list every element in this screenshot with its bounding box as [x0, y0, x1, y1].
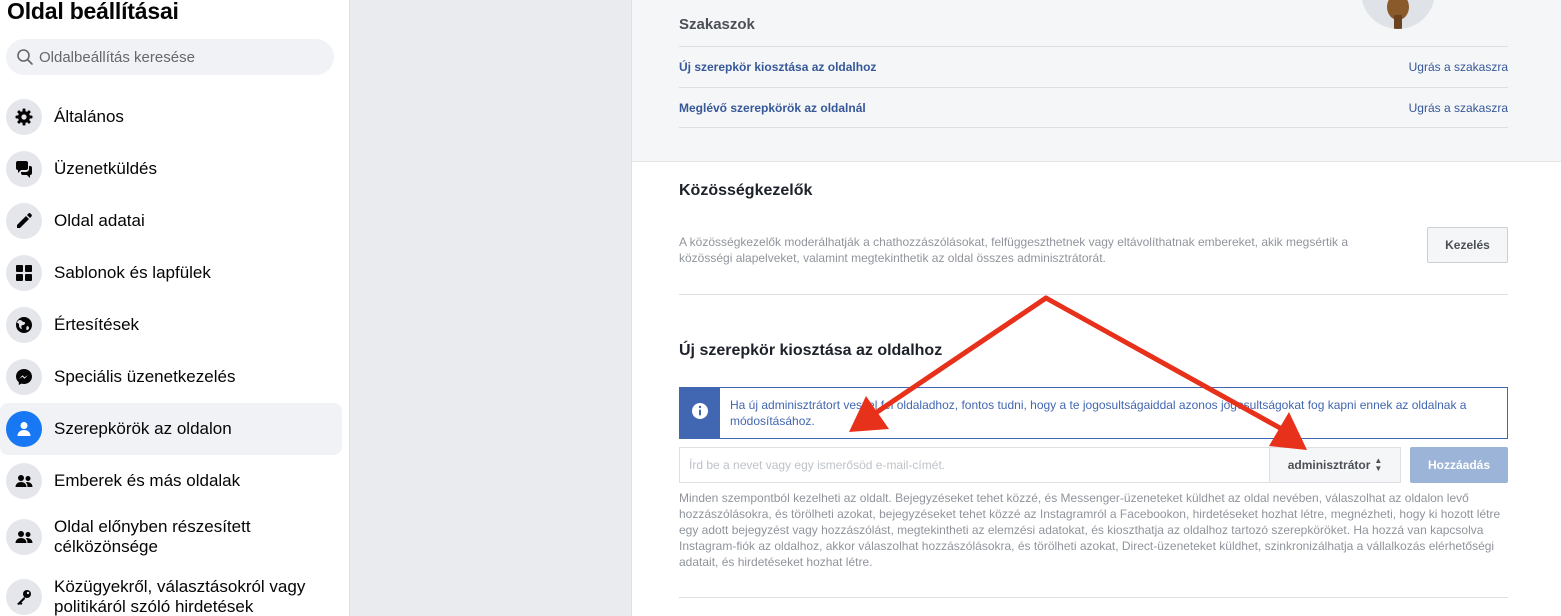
sidebar-item-political-ads[interactable]: Közügyekről, választásokról vagy politik…: [0, 567, 342, 616]
person-icon: [6, 411, 42, 447]
chat-bubbles-icon: [6, 151, 42, 187]
role-description: Minden szempontból kezelheti az oldalt. …: [679, 491, 1501, 569]
sidebar-item-general[interactable]: Általános: [0, 91, 342, 143]
community-managers-heading: Közösségkezelők: [679, 182, 813, 199]
sidebar-item-label: Oldal előnyben részesített célközönsége: [54, 517, 251, 556]
info-icon: [691, 402, 709, 425]
settings-nav: Általános Üzenetküldés Oldal adatai Sabl…: [0, 91, 349, 616]
section-row: Meglévő szerepkörök az oldalnál Ugrás a …: [679, 87, 1508, 128]
role-select-value: adminisztrátor: [1287, 458, 1371, 472]
sidebar-item-notifications[interactable]: Értesítések: [0, 299, 342, 351]
search-input[interactable]: [39, 48, 319, 66]
people-icon: [6, 519, 42, 555]
sidebar-item-templates-tabs[interactable]: Sablonok és lapfülek: [0, 247, 342, 299]
globe-icon: [6, 307, 42, 343]
pencil-icon: [6, 203, 42, 239]
section-link-new-role[interactable]: Új szerepkör kiosztása az oldalhoz: [679, 60, 876, 74]
manage-button[interactable]: Kezelés: [1427, 227, 1508, 263]
sidebar-item-label: Oldal adatai: [54, 211, 145, 230]
section-link-existing-roles[interactable]: Meglévő szerepkörök az oldalnál: [679, 101, 866, 115]
people-icon: [6, 463, 42, 499]
sidebar-item-people-other-pages[interactable]: Emberek és más oldalak: [0, 455, 342, 507]
section-row: Új szerepkör kiosztása az oldalhoz Ugrás…: [679, 46, 1508, 87]
sidebar-item-label: Értesítések: [54, 315, 140, 334]
info-text: Ha új adminisztrátort veszel fel oldalad…: [730, 398, 1467, 428]
select-arrows-icon: ▲ ▼: [1374, 456, 1383, 473]
sidebar-item-label: Sablonok és lapfülek: [54, 263, 211, 282]
grid-icon: [6, 255, 42, 291]
sidebar-item-label: Emberek és más oldalak: [54, 471, 241, 490]
sidebar-item-label: Általános: [54, 107, 124, 126]
name-or-email-input[interactable]: [679, 447, 1269, 483]
sidebar-item-messaging[interactable]: Üzenetküldés: [0, 143, 342, 195]
sidebar-item-advanced-messaging[interactable]: Speciális üzenetkezelés: [0, 351, 342, 403]
page-avatar: [1361, 0, 1435, 29]
sections-summary: Szakaszok Új szerepkör kiosztása az olda…: [632, 0, 1561, 162]
jump-to-section-link[interactable]: Ugrás a szakaszra: [1409, 60, 1508, 74]
info-strip: [680, 388, 720, 438]
sections-title: Szakaszok: [679, 16, 755, 33]
page-gutter: [351, 0, 631, 616]
sidebar-item-preferred-audience[interactable]: Oldal előnyben részesített célközönsége: [0, 507, 342, 567]
community-managers-description: A közösségkezelők moderálhatják a chatho…: [679, 235, 1349, 265]
search-icon: [16, 48, 34, 66]
sidebar-item-page-roles[interactable]: Szerepkörök az oldalon: [0, 403, 342, 455]
sidebar-item-page-info[interactable]: Oldal adatai: [0, 195, 342, 247]
info-notice: Ha új adminisztrátort veszel fel oldalad…: [679, 387, 1508, 439]
add-button[interactable]: Hozzáadás: [1410, 447, 1508, 483]
sidebar-item-label: Szerepkörök az oldalon: [54, 419, 232, 438]
sidebar-item-label: Közügyekről, választásokról vagy politik…: [54, 577, 306, 616]
divider: [679, 597, 1508, 598]
divider: [679, 294, 1508, 295]
gear-icon: [6, 99, 42, 135]
settings-sidebar: Oldal beállításai Általános Üzenetküldés…: [0, 0, 350, 616]
page-roles-panel: Szakaszok Új szerepkör kiosztása az olda…: [631, 0, 1561, 616]
jump-to-section-link[interactable]: Ugrás a szakaszra: [1409, 101, 1508, 115]
key-icon: [6, 579, 42, 615]
sidebar-item-label: Speciális üzenetkezelés: [54, 367, 236, 386]
sidebar-title: Oldal beállításai: [7, 0, 179, 24]
new-role-heading: Új szerepkör kiosztása az oldalhoz: [679, 342, 943, 359]
role-select[interactable]: adminisztrátor ▲ ▼: [1269, 447, 1401, 483]
add-role-row: adminisztrátor ▲▼ Hozzáadás: [679, 447, 1508, 483]
sidebar-item-label: Üzenetküldés: [54, 159, 158, 178]
settings-search[interactable]: [6, 39, 334, 75]
messenger-icon: [6, 359, 42, 395]
